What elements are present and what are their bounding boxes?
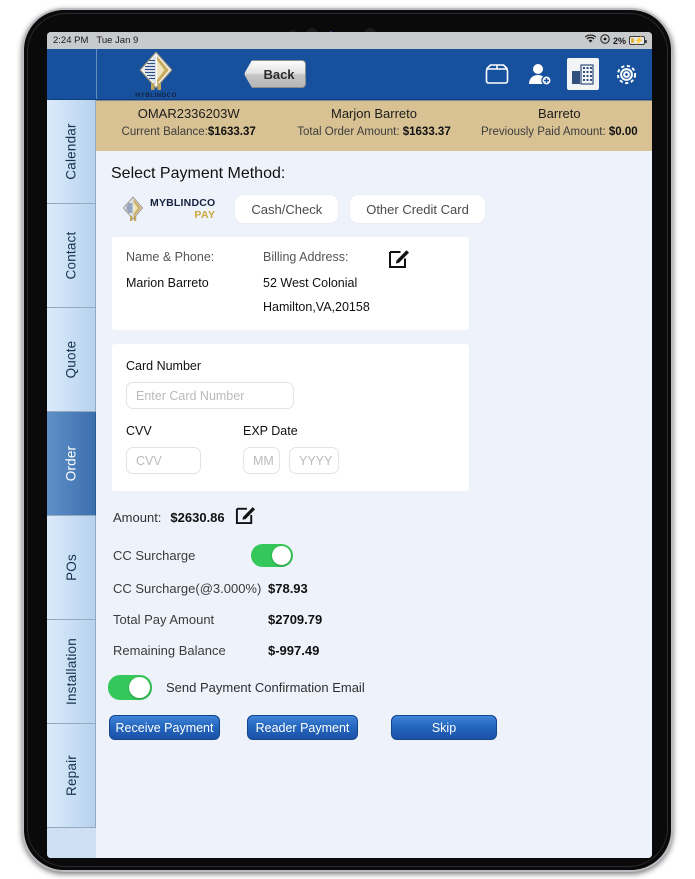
current-balance-value: $1633.37 [207,126,256,138]
name-phone-label: Name & Phone: [126,250,215,264]
back-button[interactable]: Back [244,60,306,88]
pay-logo-top: MYBLINDCO [150,197,216,209]
sidebar-item-installation[interactable]: Installation [47,620,96,724]
sidebar-label: Order [63,445,79,482]
battery-percent: 2% [612,35,626,46]
box-icon[interactable] [481,58,513,90]
cc-surcharge-amount-row: CC Surcharge(@3.000%) $78.93 [113,581,652,596]
remaining-balance-value: $-997.49 [268,643,320,658]
myblindco-mark-icon [122,196,144,221]
sidebar-item-contact[interactable]: Contact [47,204,96,308]
sidebar-item-repair[interactable]: Repair [47,724,96,828]
total-pay-label: Total Pay Amount [113,612,215,627]
sidebar-label: Installation [63,638,79,705]
exp-year-input[interactable]: YYYY [289,447,339,474]
card-details-card: Card Number Enter Card Number CVV CVV EX… [112,344,469,491]
cvv-input[interactable]: CVV [126,447,201,474]
reader-payment-button[interactable]: Reader Payment [247,715,358,740]
cvv-label: CVV [126,424,152,438]
exp-date-label: EXP Date [243,424,298,438]
sidebar-label: Contact [63,231,79,280]
cc-surcharge-value: $78.93 [268,581,308,596]
receive-payment-button[interactable]: Receive Payment [109,715,220,740]
billing-address-line2: Hamilton,VA,20158 [263,300,370,314]
card-number-input[interactable]: Enter Card Number [126,382,294,409]
building-icon[interactable] [567,58,599,90]
cc-surcharge-toggle[interactable] [251,544,293,567]
billing-info-card: Name & Phone: Marion Barreto Billing Add… [112,237,469,330]
amount-row: Amount: $2630.86 [113,504,652,530]
wifi-icon [584,34,597,47]
ios-status-bar: 2:24 PM Tue Jan 9 2% ⚡ [47,32,652,49]
send-confirmation-email-label: Send Payment Confirmation Email [166,680,365,695]
main-content: OMAR2336203W Marjon Barreto Barreto Curr… [96,100,652,858]
myblindco-logo[interactable]: MYBLINDCO [125,51,187,99]
send-email-row: Send Payment Confirmation Email [108,675,652,700]
status-time: 2:24 PM [53,35,89,46]
name-phone-value: Marion Barreto [126,276,209,290]
payment-tab-other-credit-card[interactable]: Other Credit Card [350,195,485,223]
exp-month-input[interactable]: MM [243,447,280,474]
cc-surcharge-rate-label: CC Surcharge(@3.000%) [113,581,262,596]
billing-address-label: Billing Address: [263,250,349,264]
status-date: Tue Jan 9 [96,35,139,46]
previously-paid-value: $0.00 [608,126,638,138]
payment-method-tabs: MYBLINDCO PAY Cash/Check Other Credit Ca… [112,195,652,223]
edit-billing-pencil-icon[interactable] [388,250,410,273]
card-number-label: Card Number [126,359,202,373]
total-pay-row: Total Pay Amount $2709.79 [113,612,652,627]
battery-charging-icon: ⚡ [629,36,647,45]
info-customer-name: Marjon Barreto [331,106,417,121]
action-button-row: Receive Payment Reader Payment Skip [109,715,652,740]
logo-caption: MYBLINDCO [135,93,177,99]
info-last-name: Barreto [538,106,581,121]
total-order-label: Total Order Amount: [297,126,400,138]
total-pay-value: $2709.79 [268,612,323,627]
sidebar-item-quote[interactable]: Quote [47,308,96,412]
header-icon-group [481,58,642,90]
payment-tab-myblindco-pay[interactable]: MYBLINDCO PAY [112,195,224,223]
current-balance-label: Current Balance: [121,126,208,138]
tablet-screen: 2:24 PM Tue Jan 9 2% ⚡ MYBLINDCO Back Ca… [47,32,652,858]
remaining-balance-label: Remaining Balance [113,643,226,658]
info-previously-paid: Previously Paid Amount: $0.00 [467,121,652,138]
total-order-value: $1633.37 [402,126,451,138]
sidebar-item-order[interactable]: Order [47,412,96,516]
add-user-icon[interactable] [524,58,556,90]
payment-tab-cash-check[interactable]: Cash/Check [235,195,339,223]
tablet-device: 2:24 PM Tue Jan 9 2% ⚡ MYBLINDCO Back Ca… [22,8,673,872]
billing-address-line1: 52 West Colonial [263,276,358,290]
order-info-bar: OMAR2336203W Marjon Barreto Barreto Curr… [96,100,652,151]
sidebar-label: Calendar [63,123,79,180]
info-current-balance: Current Balance:$1633.37 [96,121,281,138]
cc-surcharge-label: CC Surcharge [113,548,196,563]
left-nav-sidebar: Calendar Contact Quote Order POs Install… [47,100,96,858]
pay-logo-bottom: PAY [194,208,216,221]
sidebar-item-calendar[interactable]: Calendar [47,100,96,204]
sidebar-label: POs [63,554,79,581]
page-title: Select Payment Method: [111,165,286,182]
sidebar-label: Repair [63,755,79,796]
skip-button[interactable]: Skip [391,715,497,740]
cc-surcharge-row: CC Surcharge [113,544,652,567]
sidebar-item-pos[interactable]: POs [47,516,96,620]
amount-summary: Amount: $2630.86 CC Surcharge CC Surchar… [113,504,652,658]
sidebar-label: Quote [63,340,79,379]
app-header-bar: MYBLINDCO Back [47,49,652,100]
location-circle-icon [600,34,610,47]
send-confirmation-email-toggle[interactable] [108,675,152,700]
gear-icon[interactable] [610,58,642,90]
remaining-balance-row: Remaining Balance $-997.49 [113,643,652,658]
header-divider [96,49,97,99]
previously-paid-label: Previously Paid Amount: [481,126,606,138]
amount-value: $2630.86 [170,509,225,525]
info-order-number: OMAR2336203W [137,106,240,121]
info-total-order: Total Order Amount: $1633.37 [281,121,466,138]
amount-label: Amount: [113,509,162,525]
edit-amount-pencil-icon[interactable] [235,504,256,530]
